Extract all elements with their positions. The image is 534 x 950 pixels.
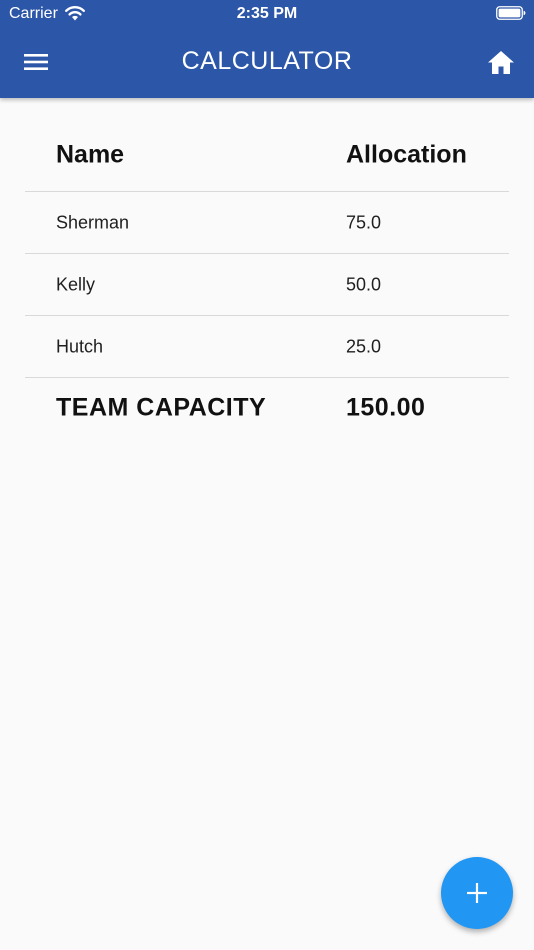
calculator-screen: Carrier 2:35 PM CALCULATOR Name Allocati… xyxy=(0,0,534,950)
table-row[interactable]: Sherman 75.0 xyxy=(25,192,509,254)
app-bar: Carrier 2:35 PM CALCULATOR xyxy=(0,0,534,98)
member-allocation: 50.0 xyxy=(346,274,382,294)
table-header-row: Name Allocation xyxy=(25,118,509,192)
table-row[interactable]: Kelly 50.0 xyxy=(25,254,509,316)
table-row[interactable]: Hutch 25.0 xyxy=(25,316,509,378)
column-header-name: Name xyxy=(56,140,125,168)
add-member-button[interactable] xyxy=(441,857,513,929)
team-capacity-label: TEAM CAPACITY xyxy=(56,393,267,422)
status-bar: Carrier 2:35 PM xyxy=(0,0,534,28)
team-capacity-value: 150.00 xyxy=(346,393,426,422)
app-title: CALCULATOR xyxy=(181,47,353,75)
member-name: Hutch xyxy=(56,336,104,356)
team-capacity-row: TEAM CAPACITY 150.00 xyxy=(25,378,509,438)
column-header-allocation: Allocation xyxy=(346,140,467,168)
member-allocation: 25.0 xyxy=(346,336,382,356)
home-icon[interactable] xyxy=(486,48,516,76)
member-name: Sherman xyxy=(56,212,130,232)
member-name: Kelly xyxy=(56,274,96,294)
member-allocation: 75.0 xyxy=(346,212,382,232)
allocation-table: Name Allocation Sherman 75.0 Kelly 50.0 … xyxy=(25,118,509,438)
battery-full-icon xyxy=(496,6,526,20)
plus-icon xyxy=(467,883,487,903)
status-time: 2:35 PM xyxy=(236,5,298,22)
